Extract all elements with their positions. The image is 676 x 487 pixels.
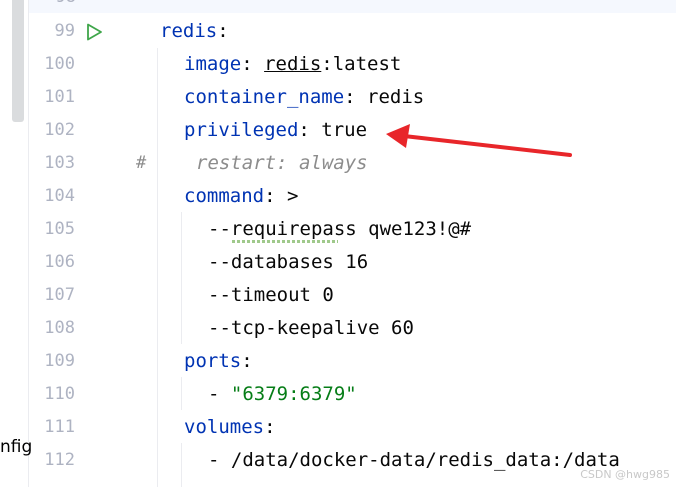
annotation-arrow [386, 124, 572, 157]
watermark: CSDN @hwg985 [580, 468, 670, 481]
